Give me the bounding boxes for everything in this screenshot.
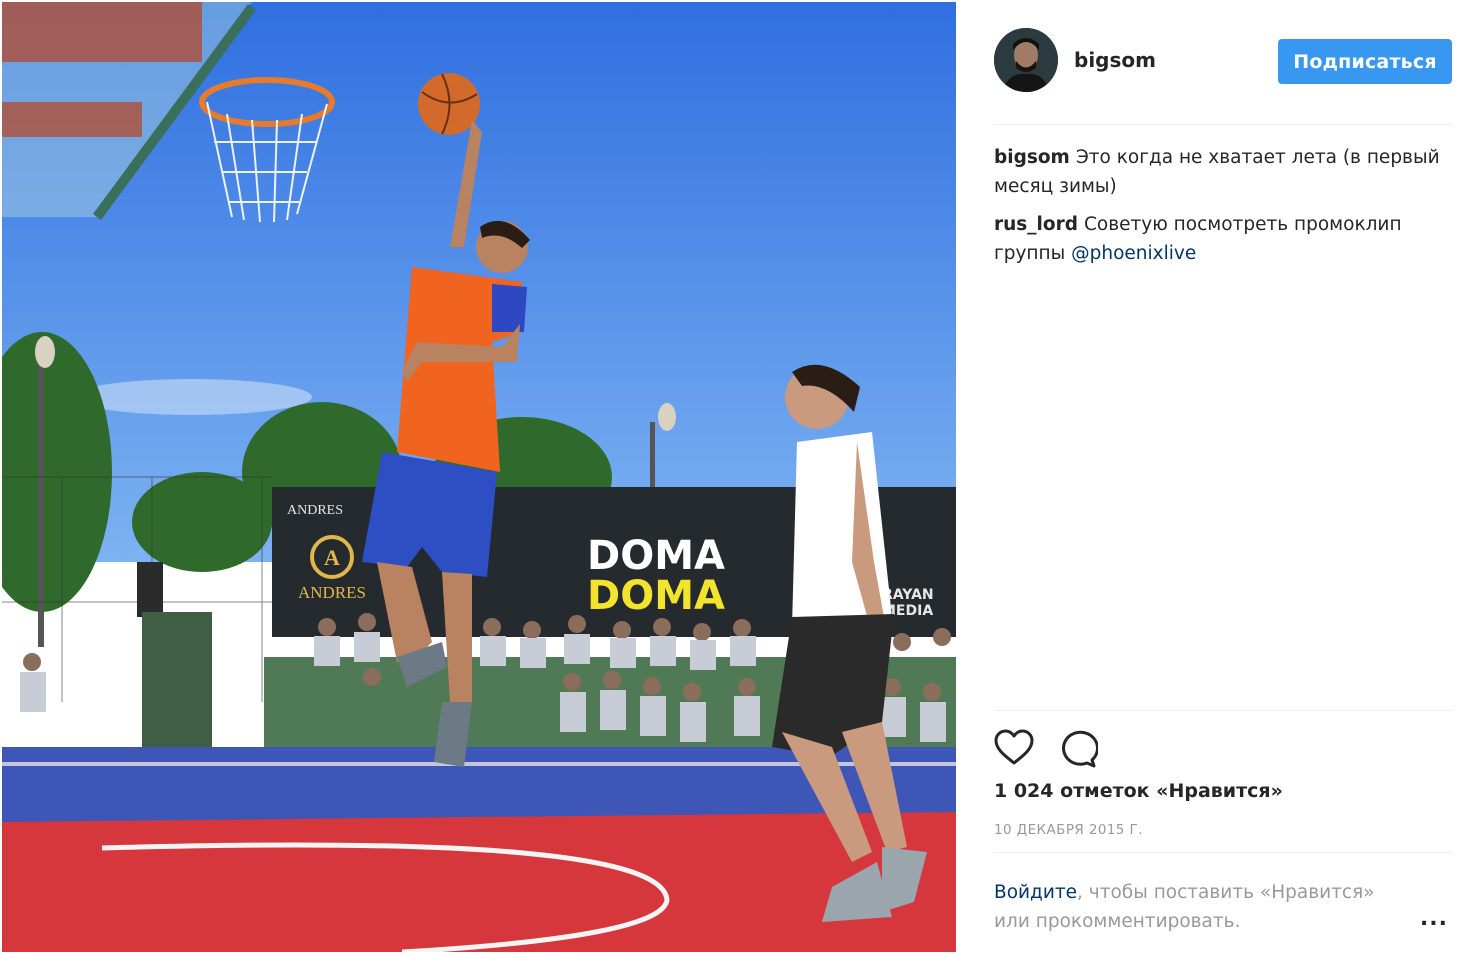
post-photo: ANDRES A ANDRES DOMA DOMA RAYAN MEDIA: [2, 2, 956, 952]
login-prompt: Войдите, чтобы поставить «Нравится» или …: [994, 878, 1414, 936]
comment-item: bigsom Это когда не хватает лета (в первы…: [994, 143, 1452, 201]
post-side-panel: bigsom Подписаться bigsom Это когда не хв…: [994, 0, 1452, 954]
username[interactable]: bigsom: [1074, 48, 1156, 72]
like-button[interactable]: [994, 728, 1034, 768]
follow-button[interactable]: Подписаться: [1278, 39, 1452, 84]
banner-andres-logo: ANDRES: [298, 583, 366, 602]
banner-andres-top: ANDRES: [287, 503, 343, 518]
comment-item: rus_lord Советую посмотреть промоклип гру…: [994, 210, 1452, 268]
likes-count[interactable]: 1 024 отметок «Нравится»: [994, 780, 1283, 802]
divider: [994, 852, 1452, 853]
comment-author[interactable]: rus_lord: [994, 214, 1078, 235]
avatar[interactable]: [994, 28, 1058, 92]
divider: [994, 710, 1452, 711]
login-link[interactable]: Войдите: [994, 882, 1077, 903]
post-header: bigsom Подписаться: [994, 28, 1452, 96]
comments-list: bigsom Это когда не хватает лета (в первы…: [994, 143, 1452, 277]
post-actions: [994, 728, 1452, 768]
banner-doma-2: DOMA: [587, 573, 725, 619]
comment-mention-link[interactable]: @phoenixlive: [1071, 243, 1196, 264]
user-avatar-icon: [994, 28, 1058, 92]
more-options-button[interactable]: ...: [1420, 906, 1448, 931]
heart-icon: [994, 729, 1034, 765]
post-date: 10 ДЕКАБРЯ 2015 Г.: [994, 822, 1143, 838]
comment-bubble-icon: [1062, 730, 1099, 768]
comment-author[interactable]: bigsom: [994, 147, 1070, 168]
comment-button[interactable]: [1058, 728, 1099, 768]
svg-text:A: A: [324, 545, 340, 570]
divider: [994, 124, 1452, 125]
